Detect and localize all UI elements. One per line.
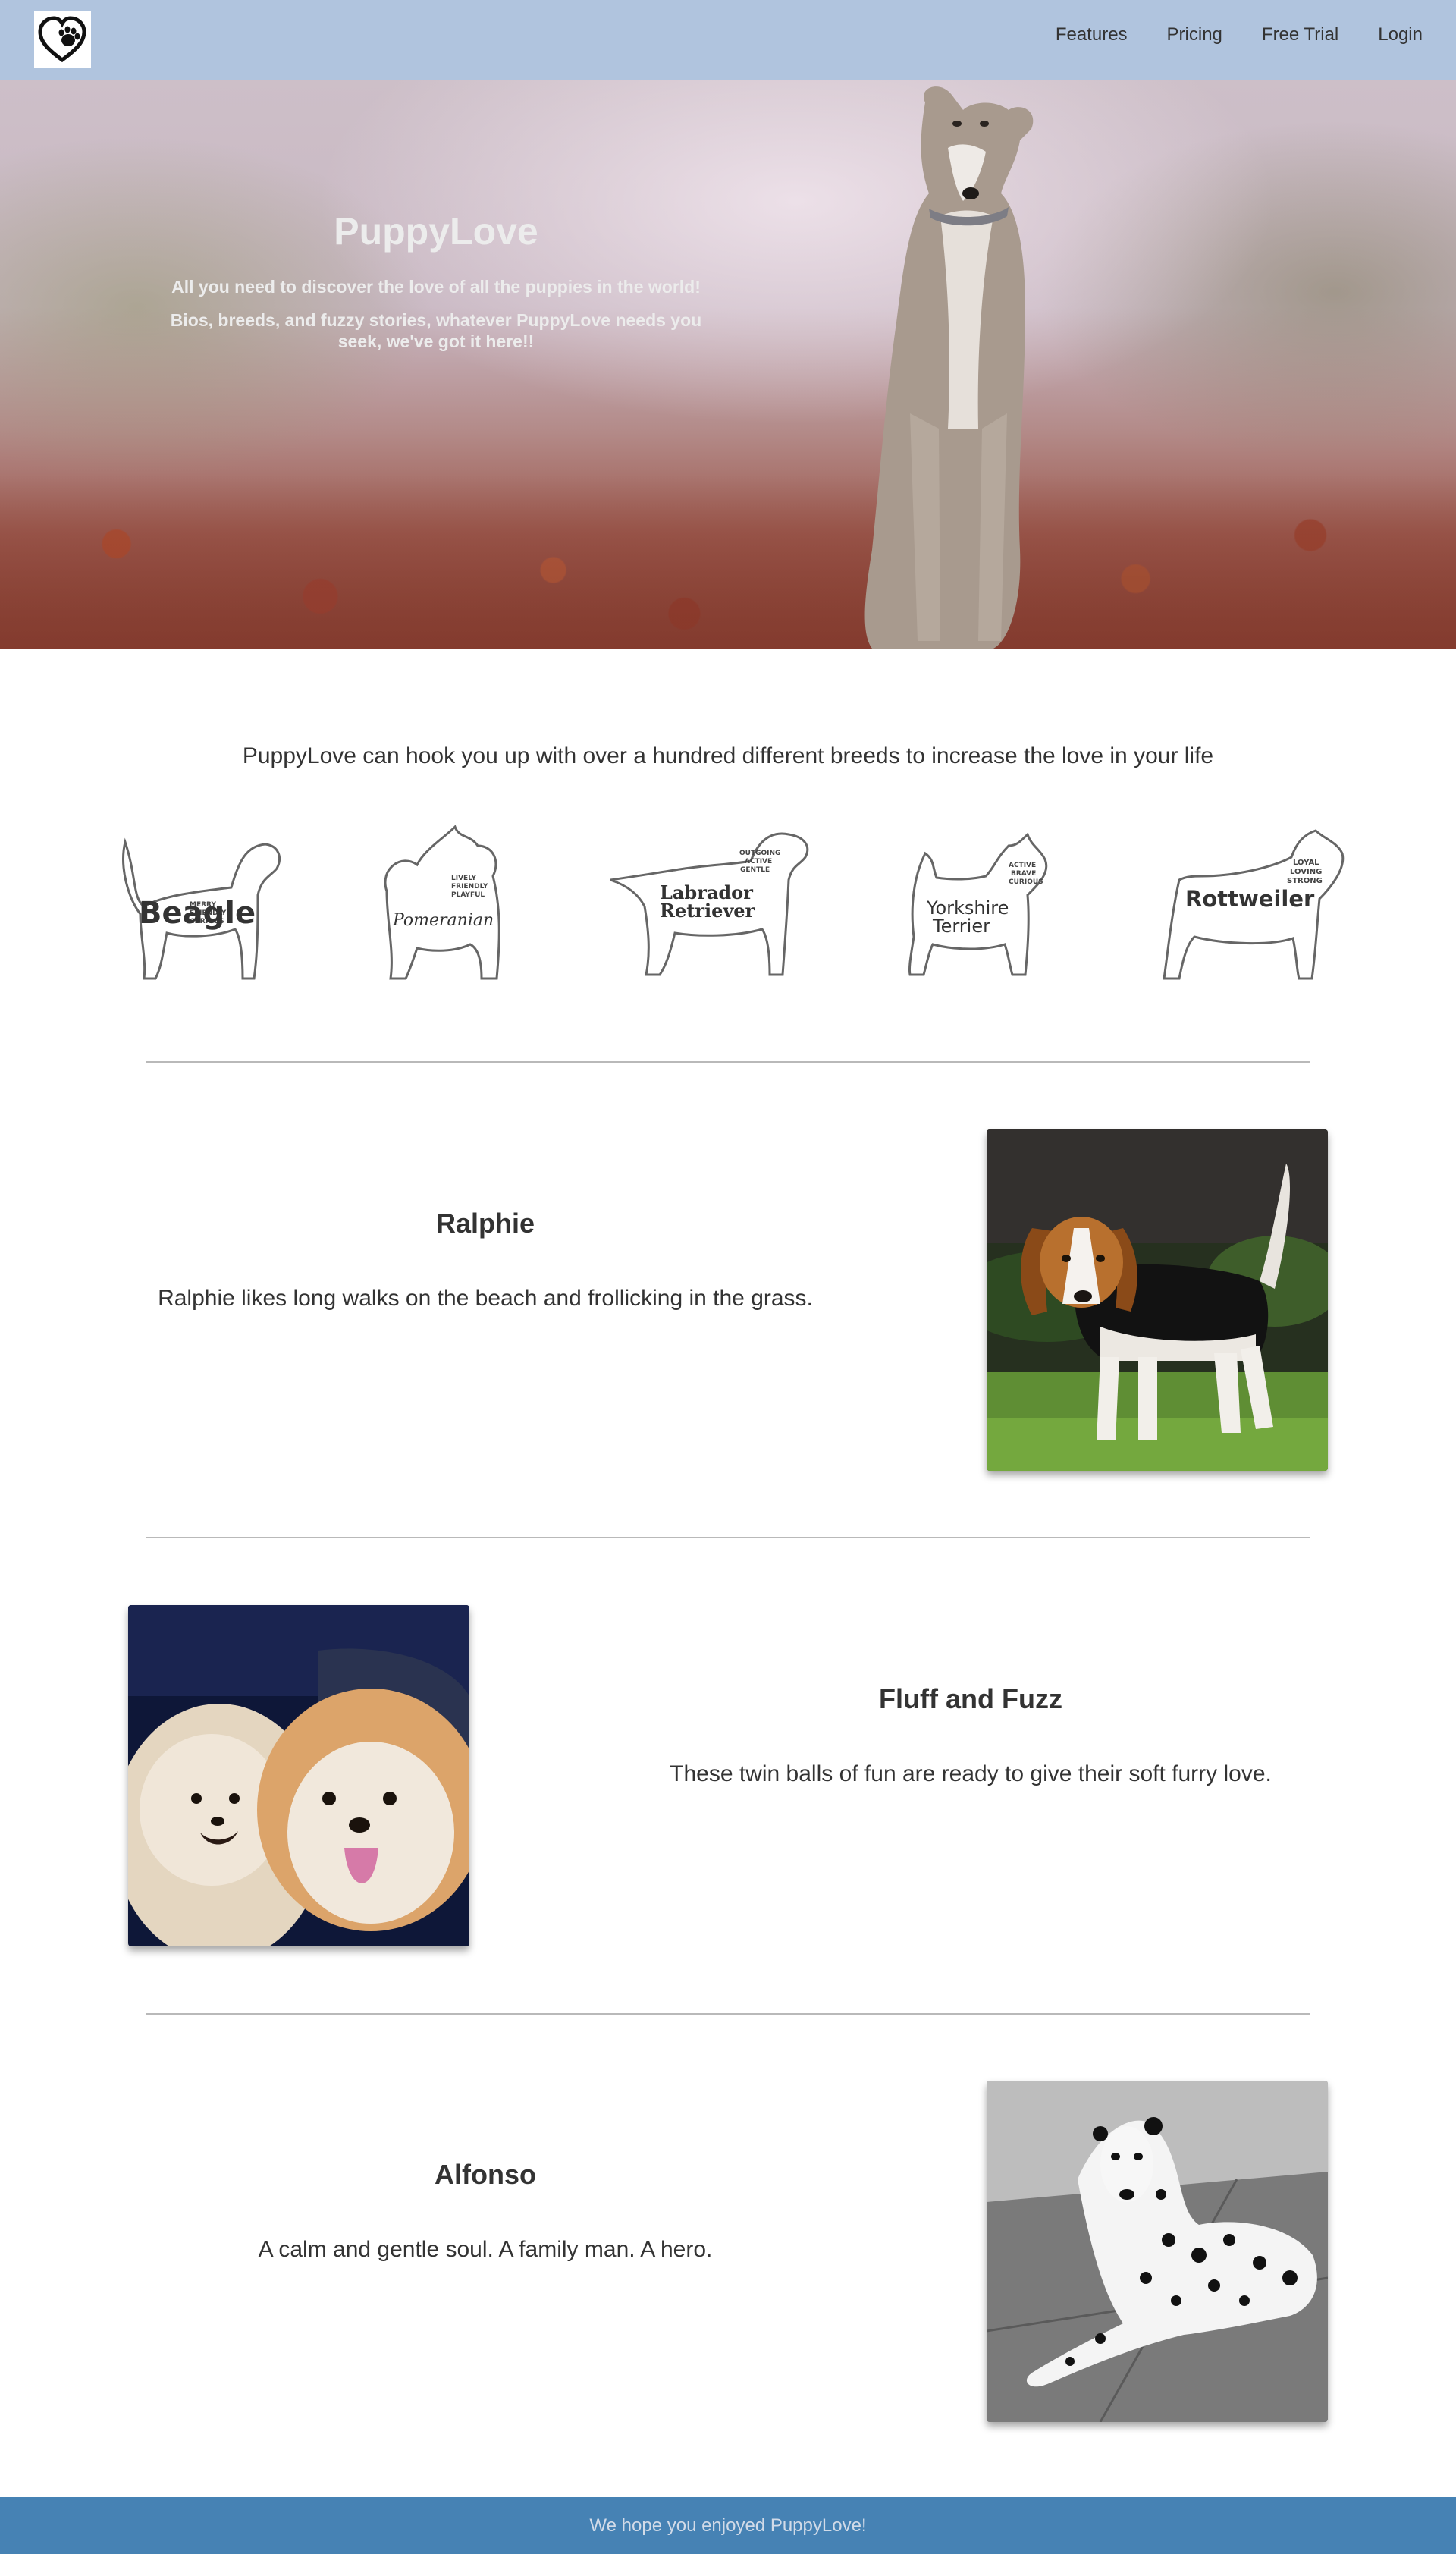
nav-free-trial-link[interactable]: Free Trial bbox=[1262, 24, 1338, 46]
nav-features-link[interactable]: Features bbox=[1056, 24, 1128, 46]
svg-text:BRAVE: BRAVE bbox=[1011, 870, 1036, 878]
nav-login-link[interactable]: Login bbox=[1378, 24, 1423, 46]
svg-text:OUTGOING: OUTGOING bbox=[739, 850, 780, 857]
hero-leaves-background bbox=[0, 474, 1456, 649]
svg-text:STRONG: STRONG bbox=[1287, 877, 1323, 885]
breed-rottweiler[interactable]: LOYAL LOVING STRONG Rottweiler bbox=[1156, 823, 1357, 986]
svg-text:LOYAL: LOYAL bbox=[1293, 859, 1320, 867]
svg-text:GENTLE: GENTLE bbox=[740, 866, 770, 874]
labrador-outline-icon: OUTGOING ACTIVE GENTLE Labrador Retrieve… bbox=[610, 832, 809, 976]
svg-text:ACTIVE: ACTIVE bbox=[1009, 862, 1036, 869]
svg-text:LIVELY: LIVELY bbox=[451, 875, 477, 882]
yorkshire-terrier-outline-icon: ACTIVE BRAVE CURIOUS Yorkshire Terrier bbox=[908, 832, 1048, 976]
svg-text:LOVING: LOVING bbox=[1290, 868, 1322, 876]
main-nav: Features Pricing Free Trial Login bbox=[1016, 0, 1423, 70]
feature-title-alfonso: Alfonso bbox=[435, 2159, 536, 2190]
breed-labrador-retriever[interactable]: OUTGOING ACTIVE GENTLE Labrador Retrieve… bbox=[607, 823, 811, 986]
breed-pomeranian[interactable]: LIVELY FRIENDLY PLAYFUL Pomeranian bbox=[372, 823, 516, 986]
hero-subtext: Bios, breeds, and fuzzy stories, whateve… bbox=[170, 310, 702, 351]
feature-desc-ralphie: Ralphie likes long walks on the beach an… bbox=[158, 1286, 813, 1311]
svg-text:ACTIVE: ACTIVE bbox=[745, 858, 772, 865]
svg-text:Retriever: Retriever bbox=[660, 900, 755, 922]
hero-dog-image bbox=[864, 86, 1034, 649]
svg-text:Beagle: Beagle bbox=[139, 896, 256, 931]
breeds-intro: PuppyLove can hook you up with over a hu… bbox=[242, 743, 1214, 768]
feature-desc-fluff-and-fuzz: These twin balls of fun are ready to giv… bbox=[670, 1761, 1272, 1786]
alfonso-photo bbox=[987, 2081, 1328, 2422]
svg-text:PLAYFUL: PLAYFUL bbox=[451, 891, 485, 899]
section-divider bbox=[146, 2013, 1310, 2015]
section-divider bbox=[146, 1537, 1310, 1538]
feature-title-ralphie: Ralphie bbox=[435, 1208, 535, 1239]
hero-text-block: PuppyLove All you need to discover the l… bbox=[148, 212, 724, 364]
svg-text:Rottweiler: Rottweiler bbox=[1185, 886, 1315, 912]
feature-title-fluff-and-fuzz: Fluff and Fuzz bbox=[879, 1683, 1062, 1714]
feature-desc-alfonso: A calm and gentle soul. A family man. A … bbox=[258, 2237, 713, 2262]
hero-banner: PuppyLove All you need to discover the l… bbox=[0, 80, 1456, 649]
hero-title: PuppyLove bbox=[334, 210, 538, 253]
breed-yorkshire-terrier[interactable]: ACTIVE BRAVE CURIOUS Yorkshire Terrier bbox=[902, 823, 1054, 986]
site-header: Features Pricing Free Trial Login bbox=[0, 0, 1456, 80]
svg-text:CURIOUS: CURIOUS bbox=[1009, 878, 1043, 886]
nav-pricing-link[interactable]: Pricing bbox=[1167, 24, 1222, 46]
rottweiler-outline-icon: LOYAL LOVING STRONG Rottweiler bbox=[1163, 829, 1345, 980]
fluff-and-fuzz-photo bbox=[128, 1605, 469, 1946]
svg-text:Terrier: Terrier bbox=[932, 916, 990, 937]
ralphie-photo bbox=[987, 1129, 1328, 1471]
pomeranian-outline-icon: LIVELY FRIENDLY PLAYFUL Pomeranian bbox=[384, 825, 500, 980]
site-footer: We hope you enjoyed PuppyLove! bbox=[0, 2497, 1456, 2554]
beagle-outline-icon: MERRY FRIENDLY CURIOUS Beagle bbox=[122, 837, 281, 980]
svg-text:FRIENDLY: FRIENDLY bbox=[451, 883, 488, 891]
section-divider bbox=[146, 1061, 1310, 1063]
svg-text:Pomeranian: Pomeranian bbox=[392, 911, 494, 930]
paw-heart-logo-icon[interactable] bbox=[34, 11, 91, 68]
breed-beagle[interactable]: MERRY FRIENDLY CURIOUS Beagle bbox=[110, 823, 284, 986]
hero-tagline: All you need to discover the love of all… bbox=[171, 277, 701, 297]
